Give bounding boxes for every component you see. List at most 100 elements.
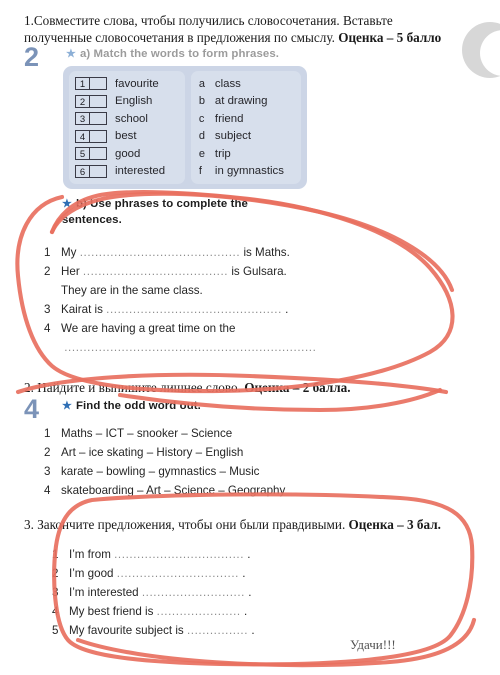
option-word: friend <box>214 112 244 125</box>
answer-blank[interactable]: ........................................… <box>64 341 316 354</box>
task3-item-3: 3 I’m interested ........................… <box>52 583 251 602</box>
item-index: 3 <box>52 586 59 599</box>
item-word: best <box>115 130 137 143</box>
sentence-index: 1 <box>44 246 51 259</box>
closing-message: Удачи!!! <box>350 637 396 652</box>
matching-option-row: d subject <box>199 128 297 146</box>
item-index: 3 <box>44 465 51 478</box>
task2-heading: ★ Find the odd word out. <box>62 399 201 412</box>
sentence-before: Her <box>61 265 80 278</box>
sentence-before: They are in the same class. <box>61 284 203 297</box>
answer-box[interactable] <box>90 77 107 91</box>
task1-part-a-heading: ★ a) Match the words to form phrases. <box>66 47 279 60</box>
item-number: 6 <box>75 164 90 178</box>
item-end: . <box>248 586 252 599</box>
item-text: I’m from <box>69 548 111 561</box>
option-word: class <box>214 77 241 90</box>
star-icon: ★ <box>66 48 76 60</box>
task2-item-2: 2 Art – ice skating – History – English <box>44 443 243 462</box>
item-index: 2 <box>52 567 59 580</box>
option-word: in gymnastics <box>214 165 284 178</box>
matching-option-row: e trip <box>199 145 297 163</box>
matching-row: 4 best <box>75 128 181 146</box>
item-end: . <box>247 548 251 561</box>
task1-score-label: Оценка – 5 балло <box>338 30 442 45</box>
item-number: 5 <box>75 147 90 161</box>
matching-option-row: b at drawing <box>199 93 297 111</box>
task1-part-b-heading-text: b) Use phrases to complete the <box>75 198 248 210</box>
task1-part-b-heading-line2: sentences. <box>62 214 122 226</box>
item-text: karate – bowling – gymnastics – Music <box>61 465 260 478</box>
task1-sentence-1: 1 My ....................................… <box>44 243 290 262</box>
task2-item-1: 1 Maths – ICT – snooker – Science <box>44 424 232 443</box>
unit-number-4: 4 <box>24 394 40 424</box>
task2-heading-text: Find the odd word out. <box>75 400 201 412</box>
task1-instruction-line2-plain: полученные словосочетания в предложения … <box>24 30 339 45</box>
item-number: 2 <box>75 94 90 108</box>
option-letter: d <box>198 130 206 143</box>
item-word: interested <box>115 165 166 178</box>
answer-blank[interactable]: ................ <box>187 624 248 637</box>
sentence-after: . <box>285 303 289 316</box>
answer-blank[interactable]: ........................................… <box>106 303 282 316</box>
worksheet-page: 1.Совместите слова, чтобы получились сло… <box>0 0 500 675</box>
star-icon: ★ <box>62 198 72 210</box>
item-text: My best friend is <box>69 605 154 618</box>
task1-sentence-2-continued: They are in the same class. <box>44 281 203 300</box>
answer-box[interactable] <box>90 164 107 178</box>
matching-left-column: 1 favourite 2 English 3 school 4 best 5 <box>69 71 185 184</box>
item-word: favourite <box>115 77 159 90</box>
sentence-before: We are having a great time on the <box>61 322 236 335</box>
task1-instruction-line2: полученные словосочетания в предложения … <box>24 29 441 46</box>
item-word: English <box>115 95 153 108</box>
task2-instruction: 2. Найдите и выпишите лишнее слово. Оцен… <box>24 379 351 396</box>
task3-item-2: 2 I’m good ..............................… <box>52 564 245 583</box>
item-text: Art – ice skating – History – English <box>61 446 244 459</box>
item-text: Maths – ICT – snooker – Science <box>61 427 233 440</box>
answer-blank[interactable]: ........................... <box>142 586 245 599</box>
unit-number-2: 2 <box>24 42 40 72</box>
matching-option-row: f in gymnastics <box>199 163 297 181</box>
item-number: 1 <box>75 77 90 91</box>
task1-sentence-3-continued: 4 We are having a great time on the <box>44 319 235 338</box>
task3-instruction: 3. Закончите предложения, чтобы они были… <box>24 516 441 533</box>
task1-sentence-2: 2 Her ...................................… <box>44 262 287 281</box>
answer-blank[interactable]: ........................................… <box>80 246 241 259</box>
answer-blank[interactable]: ...................... <box>157 605 241 618</box>
task2-score-label: Оценка – 2 балла. <box>244 380 351 395</box>
answer-box[interactable] <box>90 129 107 143</box>
item-number: 3 <box>75 112 90 126</box>
answer-box[interactable] <box>90 94 107 108</box>
item-index: 1 <box>44 427 51 440</box>
sentence-before: Kairat is <box>61 303 103 316</box>
answer-blank[interactable]: .................................. <box>114 548 244 561</box>
answer-box[interactable] <box>90 147 107 161</box>
answer-blank[interactable]: ...................................... <box>83 265 228 278</box>
matching-row: 5 good <box>75 145 181 163</box>
matching-right-column: a class b at drawing c friend d subject … <box>190 71 301 184</box>
task3-instruction-plain: 3. Закончите предложения, чтобы они были… <box>24 517 349 532</box>
task3-item-1: 1 I’m from ..............................… <box>52 545 251 564</box>
item-text: My favourite subject is <box>69 624 184 637</box>
task1-sentence-3: 3 Kairat is .............................… <box>44 300 288 319</box>
matching-row: 2 English <box>75 93 181 111</box>
task1-instruction-line1: 1.Совместите слова, чтобы получились сло… <box>24 13 393 28</box>
task3-item-5: 5 My favourite subject is ...............… <box>52 621 255 640</box>
option-letter: c <box>198 112 205 125</box>
task1-sentence-4: ........................................… <box>44 338 316 357</box>
matching-row: 6 interested <box>75 163 181 181</box>
option-word: subject <box>214 130 252 143</box>
item-index: 2 <box>44 446 51 459</box>
answer-box[interactable] <box>90 112 107 126</box>
answer-blank[interactable]: ................................ <box>117 567 239 580</box>
item-end: . <box>251 624 255 637</box>
sentence-index: 4 <box>44 322 51 335</box>
option-letter: f <box>198 165 202 178</box>
task3-score-label: Оценка – 3 бал. <box>348 517 441 532</box>
task1-part-b-heading-line1: ★ b) Use phrases to complete the <box>62 197 248 210</box>
item-end: . <box>243 605 248 618</box>
item-text: I’m interested <box>69 586 139 599</box>
star-icon: ★ <box>62 400 72 412</box>
matching-exercise-box: 1 favourite 2 English 3 school 4 best 5 <box>63 66 307 189</box>
item-index: 4 <box>44 484 51 497</box>
